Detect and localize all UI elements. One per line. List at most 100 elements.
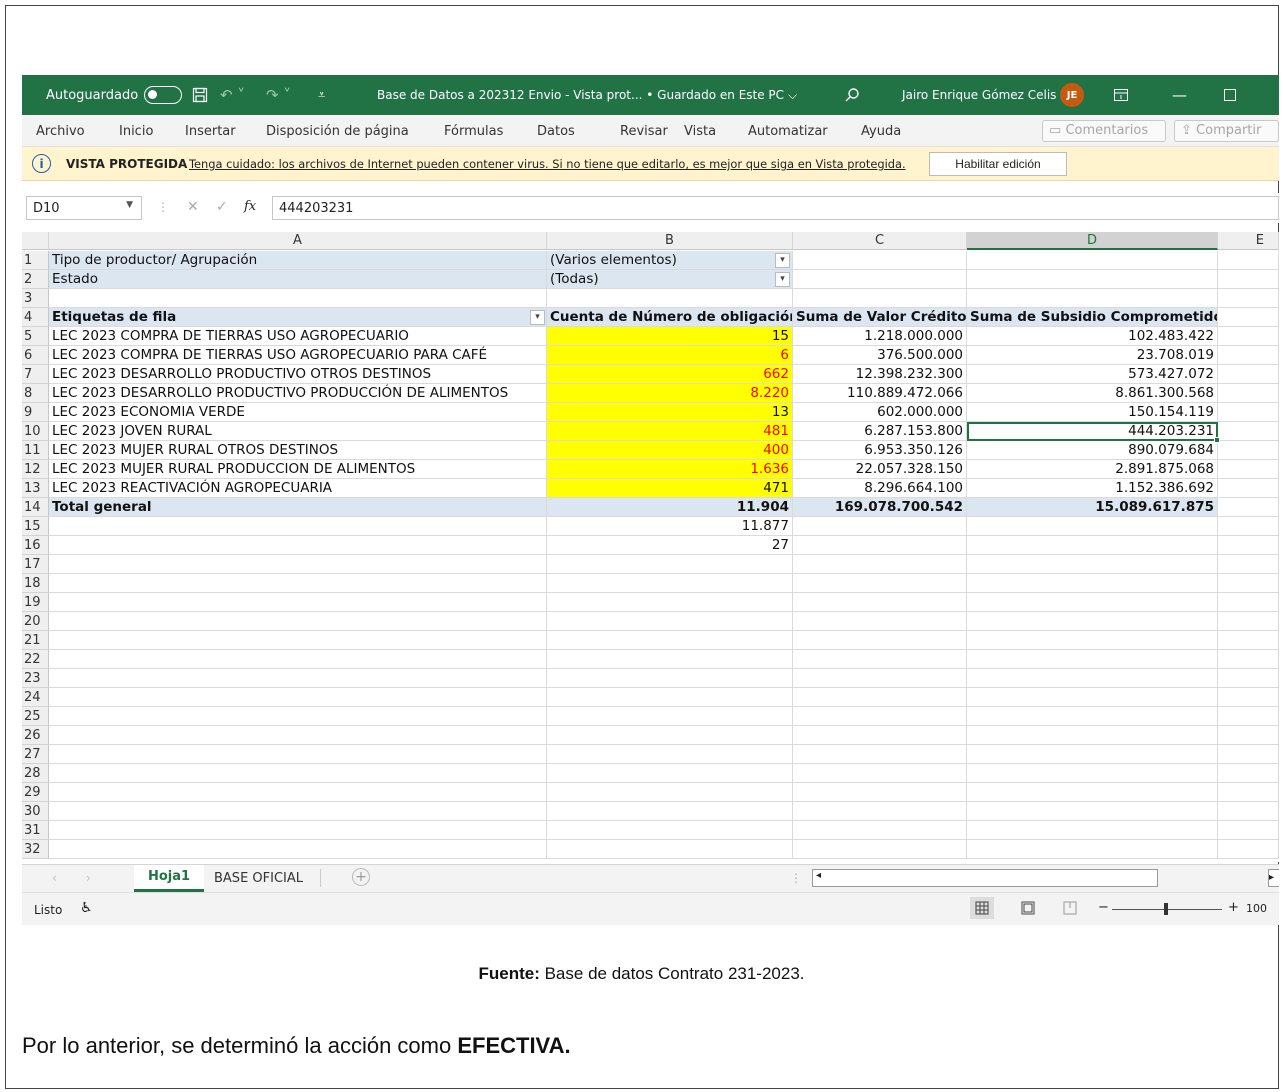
row-header[interactable]: 25	[22, 707, 49, 726]
pivot-value-cell[interactable]: 12.398.232.300	[793, 365, 967, 384]
pivot-subsidy-cell[interactable]: 1.152.386.692	[967, 479, 1218, 498]
grid-cell[interactable]	[1218, 726, 1279, 745]
grid-cell[interactable]	[793, 764, 967, 783]
filter-label[interactable]: Estado	[49, 270, 547, 289]
row-header[interactable]: 5	[22, 327, 49, 346]
grid-cell[interactable]	[1218, 593, 1279, 612]
grid-cell[interactable]	[967, 669, 1218, 688]
enable-editing-button[interactable]: Habilitar edición	[929, 152, 1067, 176]
grid-cell[interactable]	[1218, 441, 1279, 460]
menu-inicio[interactable]: Inicio	[119, 124, 153, 139]
grid-cell[interactable]	[1218, 783, 1279, 802]
grid-cell[interactable]	[547, 726, 793, 745]
pivot-value-cell[interactable]: 110.889.472.066	[793, 384, 967, 403]
grid-cell[interactable]	[49, 669, 547, 688]
grid-cell[interactable]	[967, 745, 1218, 764]
grid-cell[interactable]	[967, 688, 1218, 707]
grid-cell[interactable]	[547, 821, 793, 840]
pivot-header[interactable]: Suma de Valor Crédito	[793, 308, 967, 327]
grid-cell[interactable]	[967, 821, 1218, 840]
grid-cell[interactable]	[547, 289, 793, 308]
save-icon[interactable]	[192, 75, 208, 115]
sheet-tab-hoja1[interactable]: Hoja1	[134, 865, 204, 892]
grid-cell[interactable]	[1218, 251, 1279, 270]
grid-cell[interactable]	[1218, 384, 1279, 403]
menu-insertar[interactable]: Insertar	[185, 124, 236, 139]
chevron-down-icon[interactable]: ▼	[126, 200, 133, 210]
grid-cell[interactable]	[967, 726, 1218, 745]
grid-cell[interactable]	[1218, 688, 1279, 707]
menu-automatizar[interactable]: Automatizar	[748, 124, 828, 139]
grid-cell[interactable]	[49, 555, 547, 574]
page-break-view-icon[interactable]	[1058, 897, 1082, 919]
grid-cell[interactable]	[1218, 802, 1279, 821]
row-header[interactable]: 23	[22, 669, 49, 688]
grid-cell[interactable]	[547, 783, 793, 802]
grid-cell[interactable]	[1218, 536, 1279, 555]
grid-cell[interactable]	[793, 593, 967, 612]
pivot-label-cell[interactable]: LEC 2023 REACTIVACIÓN AGROPECUARIA	[49, 479, 547, 498]
grid-cell[interactable]	[49, 574, 547, 593]
pivot-count-cell[interactable]: 400	[547, 441, 793, 460]
extra-value-cell[interactable]: 11.877	[547, 517, 793, 536]
grid-cell[interactable]	[793, 802, 967, 821]
pivot-label-cell[interactable]: LEC 2023 DESARROLLO PRODUCTIVO OTROS DES…	[49, 365, 547, 384]
pivot-subsidy-cell[interactable]: 8.861.300.568	[967, 384, 1218, 403]
autosave-control[interactable]: Autoguardado	[46, 75, 183, 115]
normal-view-icon[interactable]	[970, 897, 994, 919]
row-header[interactable]: 9	[22, 403, 49, 422]
grid-cell[interactable]	[1218, 327, 1279, 346]
pivot-label-cell[interactable]: LEC 2023 COMPRA DE TIERRAS USO AGROPECUA…	[49, 327, 547, 346]
horizontal-scrollbar[interactable]: ◂	[812, 869, 1158, 887]
pivot-header[interactable]: Suma de Subsidio Comprometido	[967, 308, 1218, 327]
grid-cell[interactable]	[49, 840, 547, 859]
scroll-right-icon[interactable]: ›	[86, 871, 91, 885]
grid-cell[interactable]	[793, 726, 967, 745]
grid-cell[interactable]	[547, 707, 793, 726]
row-header[interactable]: 3	[22, 289, 49, 308]
autosave-toggle[interactable]	[144, 86, 183, 104]
row-header[interactable]: 13	[22, 479, 49, 498]
grid-cell[interactable]	[1218, 631, 1279, 650]
page-layout-view-icon[interactable]	[1016, 897, 1040, 919]
row-header[interactable]: 12	[22, 460, 49, 479]
row-header[interactable]: 24	[22, 688, 49, 707]
grid-cell[interactable]	[49, 289, 547, 308]
pivot-header[interactable]: Etiquetas de fila	[49, 308, 547, 327]
row-header[interactable]: 1	[22, 251, 49, 270]
pivot-value-cell[interactable]: 376.500.000	[793, 346, 967, 365]
grid-cell[interactable]	[967, 289, 1218, 308]
scroll-left-icon[interactable]: ‹	[52, 871, 57, 885]
grid-cell[interactable]	[547, 555, 793, 574]
minimize-icon[interactable]: —	[1172, 75, 1187, 115]
chevron-down-icon[interactable]: ▾	[530, 310, 545, 325]
column-header-a[interactable]: A	[49, 232, 547, 250]
grid-cell[interactable]	[967, 270, 1218, 289]
grid-cell[interactable]	[793, 536, 967, 555]
zoom-in-icon[interactable]: +	[1228, 900, 1239, 915]
pivot-label-cell[interactable]: LEC 2023 ECONOMIA VERDE	[49, 403, 547, 422]
grid-cell[interactable]	[967, 707, 1218, 726]
grid-cell[interactable]	[967, 517, 1218, 536]
zoom-out-icon[interactable]: −	[1098, 900, 1109, 915]
avatar[interactable]: JE	[1060, 75, 1084, 115]
grid-cell[interactable]	[793, 840, 967, 859]
menu-datos[interactable]: Datos	[537, 124, 575, 139]
column-header-d[interactable]: D	[967, 232, 1218, 250]
active-cell[interactable]: 444.203.231	[967, 422, 1218, 441]
row-header[interactable]: 4	[22, 308, 49, 327]
grid-cell[interactable]	[1218, 574, 1279, 593]
zoom-level[interactable]: 100	[1246, 902, 1267, 915]
grid-cell[interactable]	[1218, 289, 1279, 308]
row-header[interactable]: 18	[22, 574, 49, 593]
grid-cell[interactable]	[1218, 403, 1279, 422]
row-header[interactable]: 26	[22, 726, 49, 745]
grid-cell[interactable]	[793, 688, 967, 707]
accessibility-icon[interactable]: ♿	[80, 900, 93, 916]
menu-vista[interactable]: Vista	[684, 124, 716, 139]
chevron-down-icon[interactable]: ▾	[775, 272, 790, 287]
grid-cell[interactable]	[1218, 764, 1279, 783]
grid-cell[interactable]	[793, 574, 967, 593]
row-header[interactable]: 11	[22, 441, 49, 460]
grid-cell[interactable]	[49, 745, 547, 764]
